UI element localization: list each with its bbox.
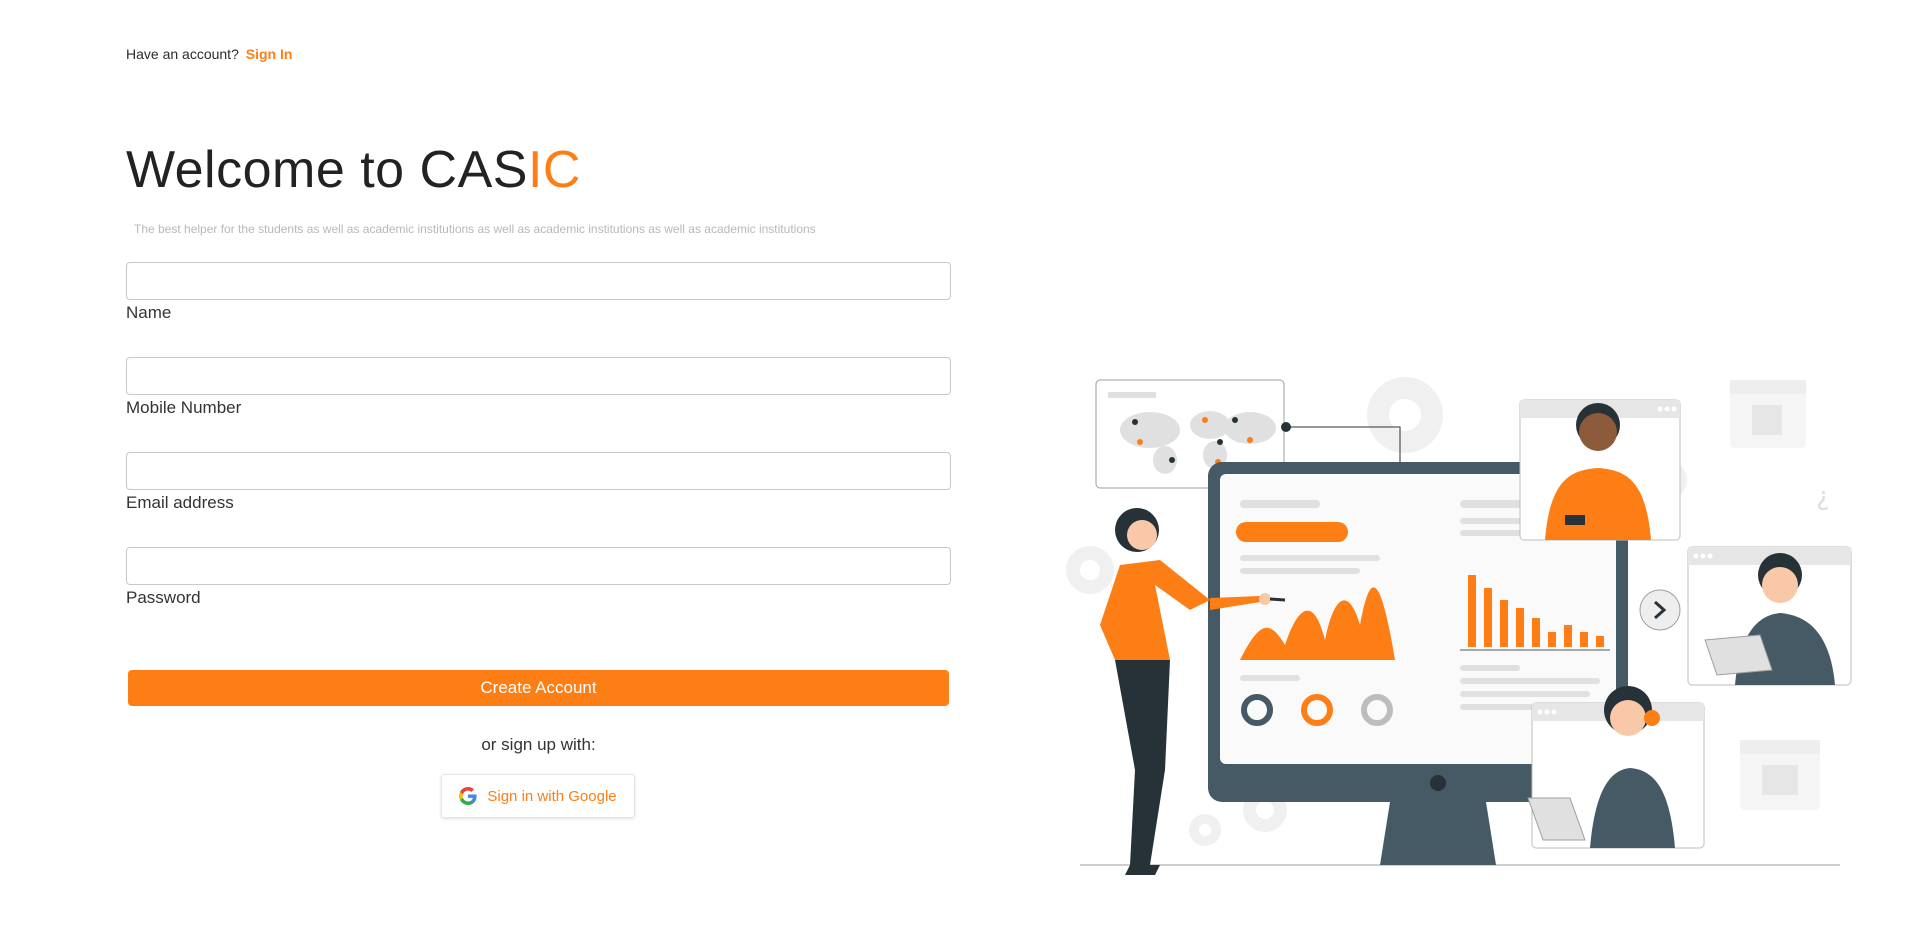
google-g-icon [459,787,477,805]
svg-text:¿: ¿ [1816,482,1830,512]
sign-in-link[interactable]: Sign In [246,46,293,62]
video-call-window [1527,686,1705,849]
title-prefix: Welcome to CAS [126,141,528,199]
sign-in-prompt: Have an account? Sign In [126,46,292,62]
hero-illustration: ¿ [1066,377,1852,875]
password-field-group: Password [126,547,951,608]
video-call-window [1687,546,1852,686]
password-label: Password [126,588,201,607]
email-field-group: Email address [126,452,951,513]
page-title: Welcome to CASIC [126,140,581,200]
email-input[interactable] [126,452,951,490]
page-subtitle: The best helper for the students as well… [134,222,816,236]
chevron-right-icon [1639,589,1681,631]
mobile-number-label: Mobile Number [126,398,242,417]
image-window-icon [1730,380,1806,448]
alt-signup-text: or sign up with: [481,735,596,754]
mobile-field-group: Mobile Number [126,357,951,418]
google-sign-in-button[interactable]: Sign in with Google [441,774,635,818]
password-input[interactable] [126,547,951,585]
video-window-icon [1740,740,1820,810]
title-accent: IC [527,141,581,199]
name-label: Name [126,303,172,322]
mobile-number-input[interactable] [126,357,951,395]
name-input[interactable] [126,262,951,300]
name-field-group: Name [126,262,951,323]
account-prompt-text: Have an account? [126,46,239,62]
create-account-button[interactable]: Create Account [128,670,949,706]
google-sign-in-label: Sign in with Google [487,787,617,805]
video-call-window [1519,399,1681,541]
email-label: Email address [126,493,234,512]
